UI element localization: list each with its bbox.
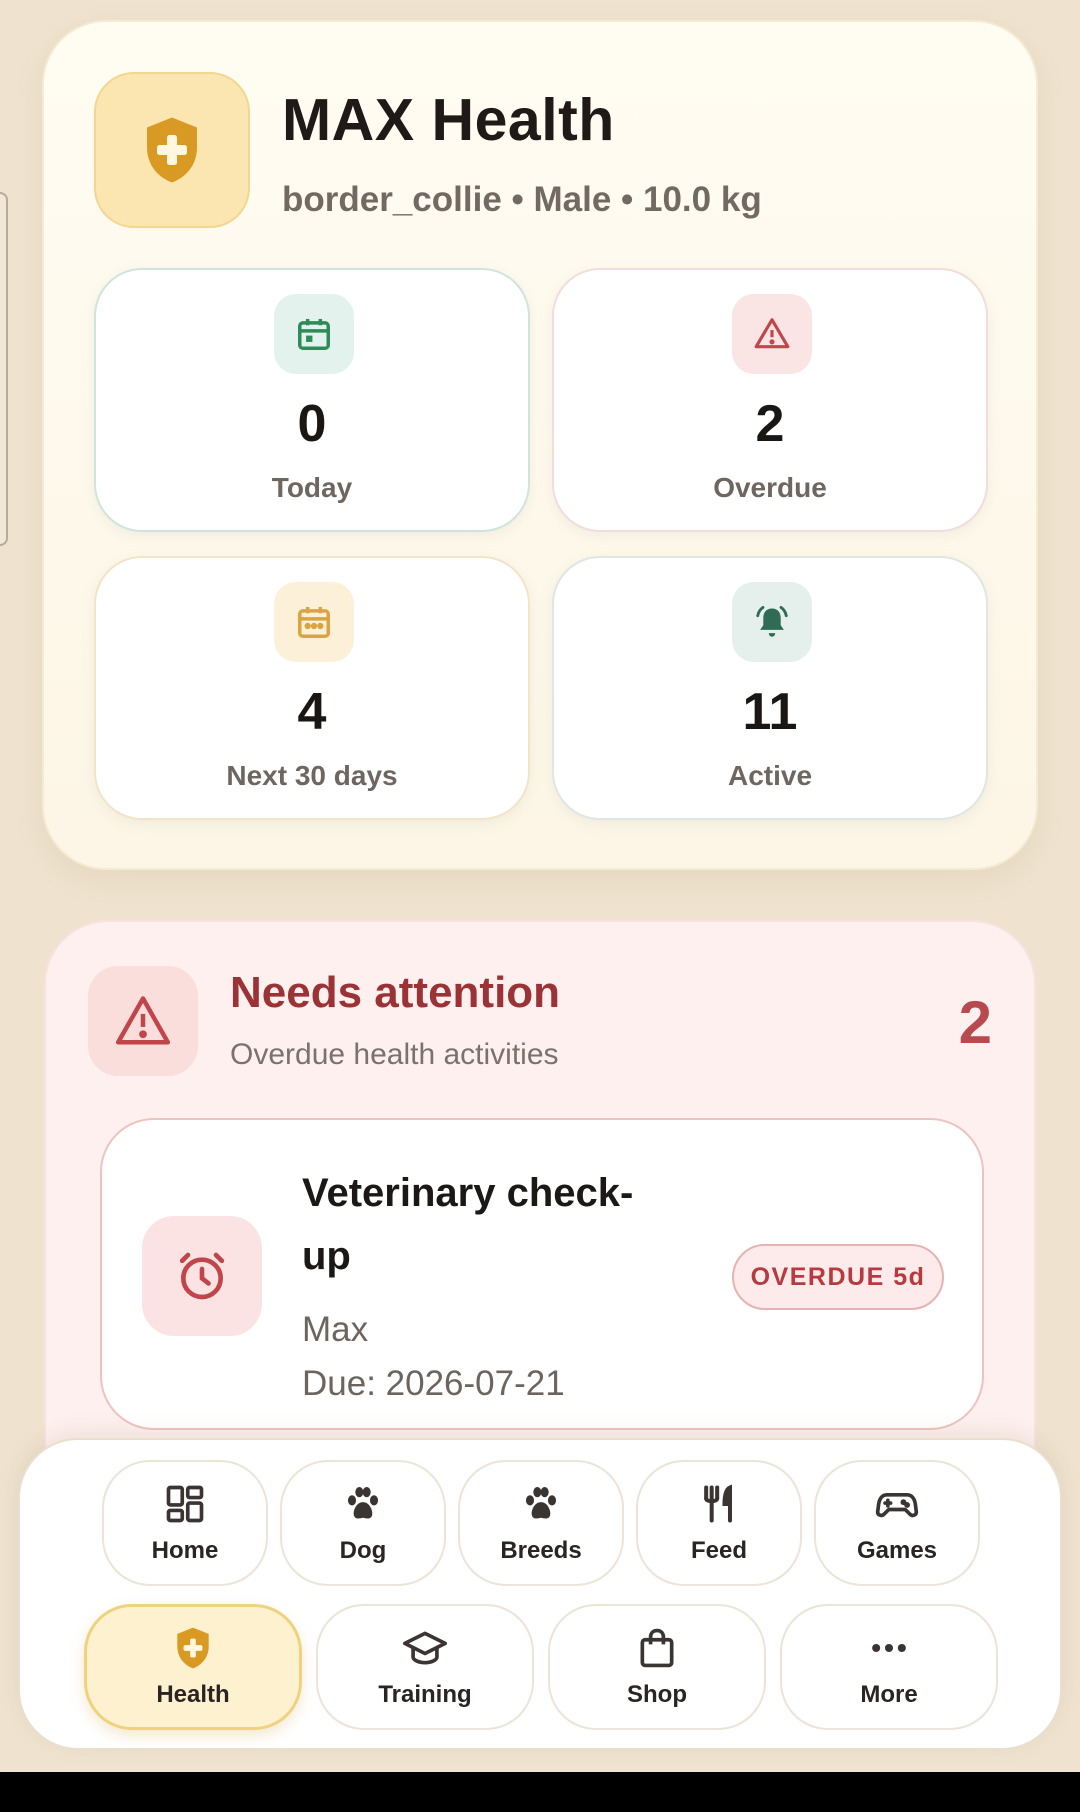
overdue-count: 2 [958, 989, 992, 1056]
nav-label: Games [856, 1537, 938, 1564]
more-horizontal-icon [866, 1625, 912, 1671]
nav-label: Training [378, 1681, 472, 1708]
nav-feed[interactable]: Feed [636, 1460, 802, 1586]
stat-value: 2 [755, 395, 785, 453]
activity-pet-name: Max [302, 1310, 369, 1349]
nav-label: Health [156, 1681, 230, 1708]
nav-training[interactable]: Training [316, 1604, 534, 1730]
gamepad-icon [874, 1481, 920, 1527]
bell-ring-icon [732, 582, 812, 662]
health-summary-card: MAX Health border_collie • Male • 10.0 k… [42, 20, 1038, 870]
stat-overdue[interactable]: 2 Overdue [552, 268, 988, 532]
activity-title: Veterinary check-up [302, 1171, 634, 1278]
system-gesture-bar [0, 1772, 1080, 1812]
dashboard-icon [162, 1481, 208, 1527]
warning-icon [88, 966, 198, 1076]
calendar-dots-icon [274, 582, 354, 662]
activity-due-date: Due: 2026-07-21 [302, 1364, 565, 1403]
shield-plus-icon [94, 72, 250, 228]
page-title: MAX Health [282, 87, 615, 153]
stat-label: Overdue [713, 472, 827, 503]
paw-icon [340, 1481, 386, 1527]
section-subtitle: Overdue health activities [230, 1038, 559, 1071]
paw-icon [518, 1481, 564, 1527]
nav-dog[interactable]: Dog [280, 1460, 446, 1586]
stat-value: 4 [297, 683, 327, 741]
stat-label: Next 30 days [226, 760, 398, 791]
graduation-cap-icon [402, 1625, 448, 1671]
stat-active[interactable]: 11 Active [552, 556, 988, 820]
stat-value: 0 [297, 395, 327, 453]
warning-icon [732, 294, 812, 374]
stat-label: Active [727, 760, 813, 791]
shopping-bag-icon [634, 1625, 680, 1671]
nav-label: Breeds [500, 1537, 582, 1564]
alarm-clock-icon [142, 1216, 262, 1336]
nav-breeds[interactable]: Breeds [458, 1460, 624, 1586]
nav-label: Dog [339, 1537, 387, 1564]
pet-details: border_collie • Male • 10.0 kg [282, 180, 762, 219]
bottom-navigation: Home Dog Breeds Feed Games Health Traini… [18, 1438, 1062, 1750]
nav-games[interactable]: Games [814, 1460, 980, 1586]
nav-label: Feed [690, 1537, 747, 1564]
nav-shop[interactable]: Shop [548, 1604, 766, 1730]
nav-home[interactable]: Home [102, 1460, 268, 1586]
overdue-activity-card[interactable]: Veterinary check-up Max Due: 2026-07-21 … [100, 1118, 984, 1430]
stat-label: Today [271, 472, 353, 503]
nav-more[interactable]: More [780, 1604, 998, 1730]
nav-label: Shop [627, 1681, 687, 1708]
utensils-icon [696, 1481, 742, 1527]
nav-label: More [860, 1681, 918, 1708]
shield-plus-icon [170, 1625, 216, 1671]
stat-next-30-days[interactable]: 4 Next 30 days [94, 556, 530, 820]
nav-label: Home [151, 1537, 219, 1564]
stat-today[interactable]: 0 Today [94, 268, 530, 532]
needs-attention-section: Needs attention Overdue health activitie… [44, 920, 1036, 1460]
calendar-icon [274, 294, 354, 374]
stat-value: 11 [742, 683, 798, 741]
side-drawer-handle[interactable] [0, 192, 8, 546]
section-title: Needs attention [230, 968, 561, 1017]
nav-health[interactable]: Health [84, 1604, 302, 1730]
overdue-badge: OVERDUE 5d [732, 1244, 944, 1310]
